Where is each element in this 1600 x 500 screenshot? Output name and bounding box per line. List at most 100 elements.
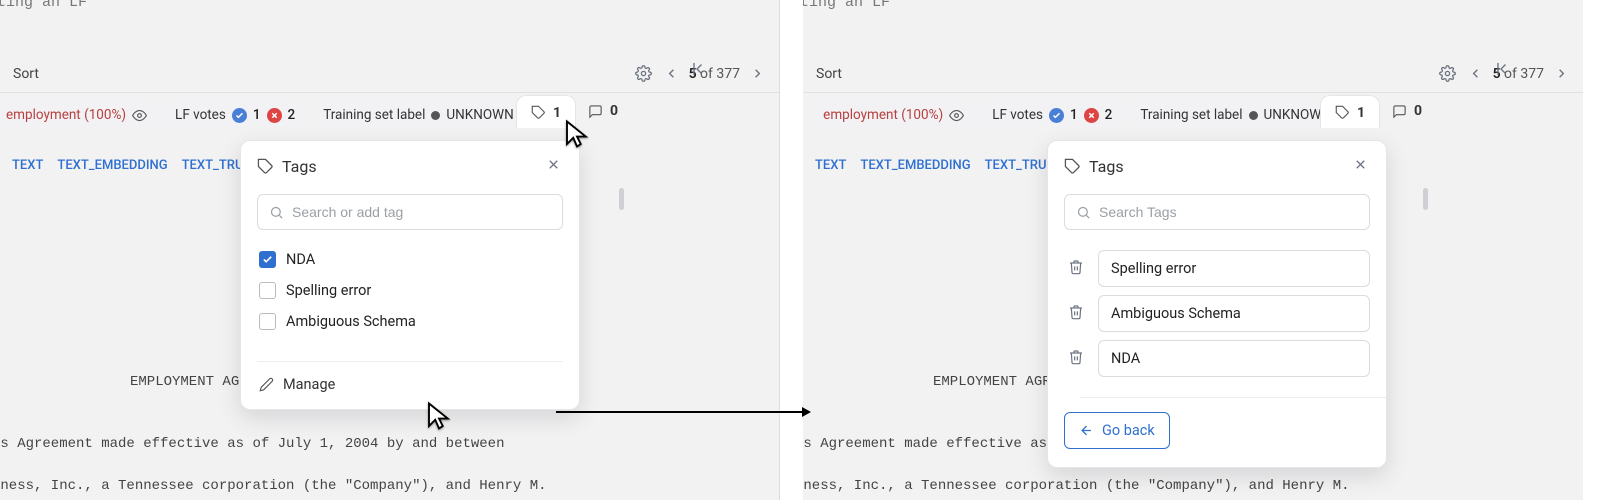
chip-training-label[interactable]: Training set label UNKNOWN — [1130, 100, 1341, 130]
doc-line-2: iness, Inc., a Tennessee corporation (th… — [803, 478, 1350, 494]
chevron-left-icon — [664, 66, 679, 81]
tag-icon — [1335, 105, 1350, 120]
checkbox-icon — [259, 313, 276, 330]
scrollbar[interactable] — [619, 188, 624, 210]
vote-check-count: 1 — [253, 107, 261, 123]
gear-icon — [1439, 65, 1456, 82]
chip-employment-label: employment (100%) — [823, 107, 943, 123]
status-dot-icon — [1249, 111, 1258, 120]
comment-count: 0 — [1414, 103, 1422, 119]
hint-text: to start creating an LF — [803, 0, 1583, 11]
tag-count: 1 — [553, 105, 561, 121]
manage-list: Spelling error Ambiguous Schema NDA — [1048, 244, 1386, 389]
tag-tab[interactable]: 1 — [516, 95, 576, 128]
search-box[interactable] — [1064, 194, 1370, 230]
chevron-left-icon — [1468, 66, 1483, 81]
tag-icon — [531, 105, 546, 120]
search-input[interactable] — [1099, 204, 1358, 220]
eye-icon — [132, 108, 147, 123]
checkbox-checked-icon — [259, 251, 276, 268]
tags-manage-popover: Tags Spelling error Ambiguous Schema NDA… — [1047, 140, 1387, 468]
go-back-label: Go back — [1102, 422, 1155, 439]
check-badge-icon — [232, 108, 247, 123]
chip-unknown-value: UNKNOWN — [446, 107, 513, 123]
close-button[interactable] — [1351, 155, 1370, 178]
tag-option-nda[interactable]: NDA — [259, 244, 561, 275]
doc-line-1: is Agreement made effective as of July 1… — [0, 436, 504, 452]
comment-icon — [1392, 104, 1407, 119]
close-icon — [1353, 157, 1368, 172]
vote-x-count: 2 — [1105, 107, 1113, 123]
prev-button[interactable] — [658, 60, 685, 87]
doc-line-2: iness, Inc., a Tennessee corporation (th… — [0, 478, 547, 494]
close-icon — [546, 157, 561, 172]
tag-count: 1 — [1357, 105, 1365, 121]
settings-button[interactable] — [629, 59, 658, 88]
x-badge-icon — [1084, 108, 1099, 123]
close-button[interactable] — [544, 155, 563, 178]
sort-button[interactable]: Sort — [13, 66, 39, 82]
chip-prediction-trunc[interactable]: on — [803, 100, 805, 130]
collapse-left-icon — [691, 60, 709, 78]
col-text-embedding[interactable]: TEXT_EMBEDDING — [860, 158, 970, 173]
arrow-left-icon — [1079, 423, 1094, 438]
tag-option-ambiguous[interactable]: Ambiguous Schema — [259, 306, 561, 337]
trash-icon — [1068, 349, 1084, 365]
chips-row: on employment (100%) LF votes 1 2 Traini… — [803, 100, 1341, 130]
comment-count: 0 — [610, 103, 618, 119]
collapse-panel-button[interactable] — [691, 60, 709, 82]
chip-lfvotes[interactable]: LF votes 1 2 — [165, 100, 305, 130]
scrollbar[interactable] — [1423, 188, 1428, 210]
tag-label: Ambiguous Schema — [286, 313, 416, 330]
gear-icon — [635, 65, 652, 82]
flow-arrow — [556, 411, 811, 413]
next-button[interactable] — [744, 60, 771, 87]
eye-icon — [949, 108, 964, 123]
settings-button[interactable] — [1433, 59, 1462, 88]
popover-title: Tags — [282, 157, 536, 176]
go-back-button[interactable]: Go back — [1064, 412, 1170, 449]
search-input[interactable] — [292, 204, 551, 220]
delete-button[interactable] — [1064, 255, 1088, 283]
delete-button[interactable] — [1064, 345, 1088, 373]
prev-button[interactable] — [1462, 60, 1489, 87]
chip-lfvotes[interactable]: LF votes 1 2 — [982, 100, 1122, 130]
manage-button[interactable]: Manage — [257, 361, 563, 409]
column-tokens: TEXT TEXT_EMBEDDING TEXT_TRUNC — [12, 158, 261, 173]
chip-training-label[interactable]: Training set label UNKNOWN — [313, 100, 524, 130]
tag-icon — [1064, 158, 1081, 175]
comment-tab[interactable]: 0 — [576, 94, 630, 128]
tag-name-input[interactable]: Spelling error — [1098, 250, 1370, 287]
chip-employment[interactable]: employment (100%) — [813, 100, 974, 130]
sort-button[interactable]: Sort — [816, 66, 842, 82]
chevron-right-icon — [750, 66, 765, 81]
col-text-embedding[interactable]: TEXT_EMBEDDING — [57, 158, 167, 173]
trash-icon — [1068, 259, 1084, 275]
arrow-head-icon — [802, 407, 811, 417]
vote-x-count: 2 — [288, 107, 296, 123]
divider — [1080, 397, 1386, 398]
tag-tab[interactable]: 1 — [1320, 95, 1380, 128]
toolbar: Sort 5 of 377 — [803, 55, 1583, 93]
tag-option-spelling[interactable]: Spelling error — [259, 275, 561, 306]
col-text[interactable]: TEXT — [12, 158, 43, 173]
tag-name-input[interactable]: NDA — [1098, 340, 1370, 377]
hint-text: to start creating an LF — [0, 0, 779, 11]
checkbox-icon — [259, 282, 276, 299]
collapse-panel-button[interactable] — [1495, 60, 1513, 82]
tag-label: NDA — [286, 251, 315, 268]
next-button[interactable] — [1548, 60, 1575, 87]
tag-name-input[interactable]: Ambiguous Schema — [1098, 295, 1370, 332]
popover-header: Tags — [241, 141, 579, 184]
comment-icon — [588, 104, 603, 119]
search-icon — [1076, 205, 1091, 220]
search-box[interactable] — [257, 194, 563, 230]
chip-employment[interactable]: employment (100%) — [0, 100, 157, 130]
col-text[interactable]: TEXT — [815, 158, 846, 173]
comment-tab[interactable]: 0 — [1380, 94, 1434, 128]
manage-row-spelling: Spelling error — [1064, 250, 1370, 287]
collapse-left-icon — [1495, 60, 1513, 78]
delete-button[interactable] — [1064, 300, 1088, 328]
popover-title: Tags — [1089, 157, 1343, 176]
chevron-right-icon — [1554, 66, 1569, 81]
